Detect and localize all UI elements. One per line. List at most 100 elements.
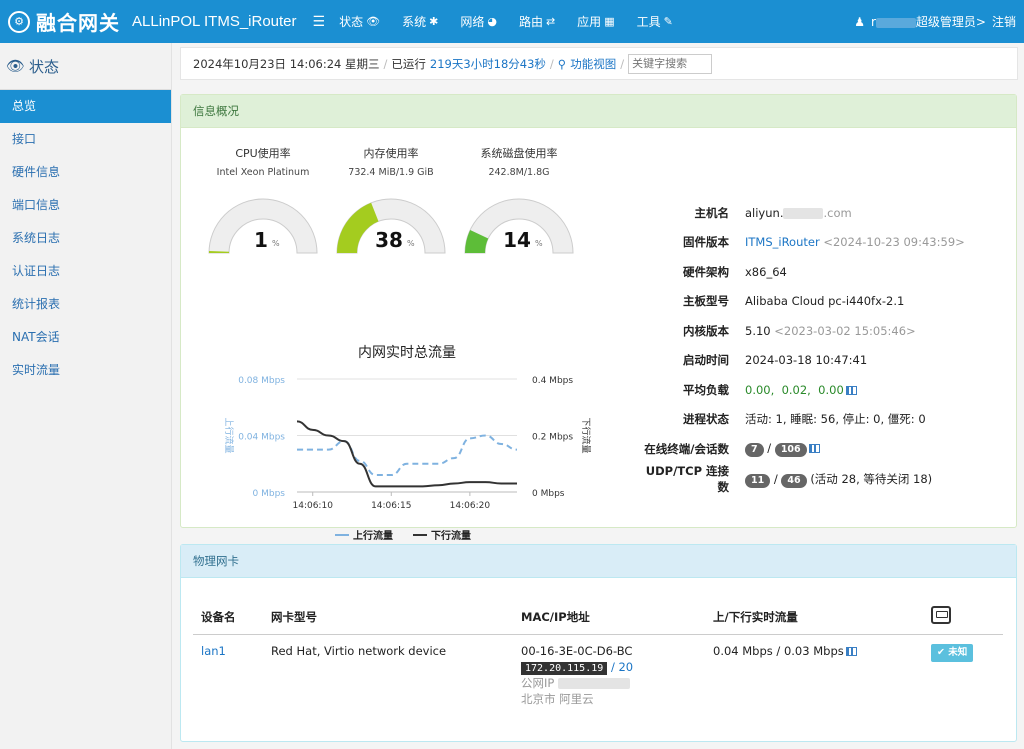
sidebar-item-overview[interactable]: 总览 [0,90,171,123]
info-boot-time: 启动时间 2024-03-18 10:47:41 [641,350,1011,370]
info-label: 固件版本 [683,235,729,249]
info-terminals: 在线终端/会话数 7 / 106 [641,439,1011,459]
gauge-value: 1 [254,228,268,252]
logout-link[interactable]: 注销 [992,13,1016,30]
info-label: UDP/TCP 连接数 [645,464,729,494]
breadcrumb-separator: / [383,56,388,71]
gear-icon: ✱ [429,15,439,28]
search-input[interactable] [628,53,713,74]
sidebar: 👁 状态 总览 接口 硬件信息 端口信息 系统日志 认证日志 统计报表 NAT会… [0,43,172,749]
nav-tools[interactable]: 工具 ✎ [637,13,673,30]
user-name-redacted [875,17,916,28]
info-label: 主机名 [694,206,730,220]
netmask: / 20 [610,659,634,674]
y-right-axis-title: 下行流量 [580,417,592,453]
info-value: ITMS_iRouter <2024-10-23 09:43:59> [745,235,965,249]
info-board: 主板型号 Alibaba Cloud pc-i440fx-2.1 [641,291,1011,311]
legend-label[interactable]: 下行流量 [431,529,471,542]
info-value: Alibaba Cloud pc-i440fx-2.1 [745,294,905,308]
uptime-value[interactable]: 219天3小时18分43秒 [430,56,546,72]
bar-chart-icon[interactable] [808,444,820,453]
col-model: 网卡型号 [263,600,513,635]
breadcrumb: 2024年10月23日 14:06:24 星期三 / 已运行 219天3小时18… [180,47,1018,80]
legend-label[interactable]: 上行流量 [353,529,393,542]
nic-panel: 物理网卡 设备名 网卡型号 MAC/IP地址 上/下行实时流量 lan1 Red… [180,544,1017,742]
status-badge: ✔ 未知 [931,643,974,662]
session-count-badge[interactable]: 106 [774,443,807,457]
udp-count-badge[interactable]: 11 [745,473,771,488]
sidebar-item-syslog[interactable]: 系统日志 [0,222,171,255]
nic-table: 设备名 网卡型号 MAC/IP地址 上/下行实时流量 lan1 Red Hat,… [193,600,1003,707]
terminal-count-badge[interactable]: 7 [745,443,764,457]
cpu-gauge-dial: 1% [208,198,318,254]
menu-icon[interactable]: ☰ [313,14,326,30]
col-status [923,600,1003,635]
sidebar-item-reports[interactable]: 统计报表 [0,288,171,321]
sidebar-item-interfaces[interactable]: 接口 [0,123,171,156]
sidebar-item-authlog[interactable]: 认证日志 [0,255,171,288]
series-line-upload [296,434,518,477]
hostname-redacted [783,208,824,219]
traffic-chart: 内网实时总流量 0 Mbps 0.04 Mbps 0.08 Mbps 0 Mbps 0.2… [217,339,597,549]
traffic-chart-svg: 内网实时总流量 0 Mbps 0.04 Mbps 0.08 Mbps 0 Mbps 0.2… [223,345,592,542]
y-left-tick-label: 0 Mbps [253,489,286,499]
info-kernel: 内核版本 5.10 <2023-03-02 15:05:46> [641,321,1011,341]
user-menu[interactable]: r 超级管理员> [871,13,986,30]
ip-address-chip: 172.20.115.19 [521,661,608,675]
function-view-link[interactable]: 功能视图 [570,56,616,72]
gauge-value: 14 [503,228,531,252]
col-mac-ip: MAC/IP地址 [513,600,705,635]
ip-line: 172.20.115.19 / 20 [521,659,705,675]
load-1min: 0.00, [745,383,775,397]
gauge-unit: % [272,239,280,248]
eye-icon: 👁 [366,15,381,28]
info-label: 进程状态 [683,412,729,426]
connection-detail: (活动 28, 等待关闭 18) [810,471,933,486]
nav-status[interactable]: 状态 👁 [339,13,380,30]
nav-routing[interactable]: 路由 ⇄ [519,13,555,30]
sidebar-header: 👁 状态 [0,43,171,90]
nic-model-cell: Red Hat, Virtio network device [271,643,447,658]
public-ip-label: 公网IP [521,675,555,690]
nic-device-link[interactable]: lan1 [201,644,226,658]
gauge-unit: % [407,239,415,248]
table-row: lan1 Red Hat, Virtio network device 00-1… [193,634,1003,707]
firmware-link[interactable]: ITMS_iRouter [745,235,820,249]
info-label: 内核版本 [683,324,729,338]
breadcrumb-separator: / [549,56,554,71]
overview-panel: 信息概况 CPU使用率 Intel Xeon Platinum 1% 内存使用率… [180,94,1017,542]
top-navbar: ⚙ 融合网关 ALLinPOL ITMS_iRouter ☰ 状态 👁 系统 ✱ 网… [0,0,1024,43]
nav-system-label: 系统 [402,15,427,29]
user-icon: ♟ [854,14,865,29]
nav-apps-label: 应用 [577,15,602,29]
brand[interactable]: ⚙ 融合网关 ALLinPOL ITMS_iRouter [0,0,297,43]
info-value: 活动: 1, 睡眠: 56, 停止: 0, 僵死: 0 [745,412,926,426]
eye-icon: 👁 [6,57,26,75]
x-tick-label: 14:06:20 [450,501,491,511]
y-right-tick-label: 0.2 Mbps [532,433,573,443]
nav-apps[interactable]: 应用 ▦ [577,13,614,30]
bar-chart-icon[interactable] [845,646,857,656]
logo-icon: ⚙ [8,10,30,33]
sidebar-item-realtime[interactable]: 实时流量 [0,354,171,387]
nav-network[interactable]: 网络 ◕ [460,13,497,30]
nic-status-cell: ✔ 未知 [923,634,1003,707]
sidebar-item-ports[interactable]: 端口信息 [0,189,171,222]
brand-name: 融合网关 [36,11,120,35]
info-load: 平均负载 0.00, 0.02, 0.00 [641,380,1011,400]
map-marker-icon: ⚲ [557,56,567,71]
info-firmware: 固件版本 ITMS_iRouter <2024-10-23 09:43:59> [641,232,1011,252]
tcp-count-badge[interactable]: 46 [781,473,807,488]
memory-gauge-title: 内存使用率 [363,147,419,160]
nav-system[interactable]: 系统 ✱ [402,13,438,30]
sidebar-item-hardware[interactable]: 硬件信息 [0,156,171,189]
nic-panel-title: 物理网卡 [181,545,1016,578]
info-value: x86_64 [745,265,787,279]
public-ip-line: 公网IP [521,675,705,691]
sidebar-item-nat[interactable]: NAT会话 [0,321,171,354]
nic-traffic-cell: 0.04 Mbps / 0.03 Mbps [705,634,923,707]
y-left-tick-label: 0.08 Mbps [238,376,285,386]
bar-chart-icon[interactable] [845,386,857,395]
uptime-label: 已运行 [391,56,426,71]
nic-device-cell: lan1 [193,634,263,707]
